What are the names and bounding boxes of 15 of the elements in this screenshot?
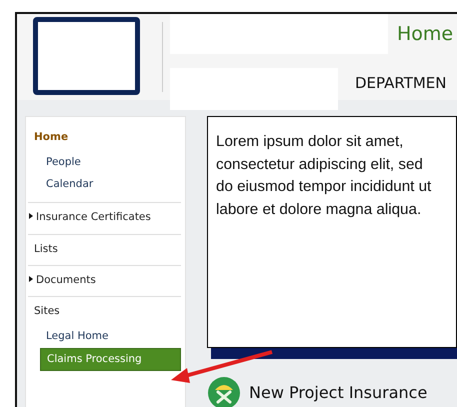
page-title: Home [397, 22, 454, 47]
nav-subitem[interactable]: Claims Processing [40, 348, 181, 372]
nav-item[interactable]: Insurance Certificates [28, 209, 181, 226]
nav-subitem[interactable]: Calendar [40, 174, 181, 196]
expand-icon[interactable] [29, 276, 33, 282]
department-label: DEPARTMEN [355, 72, 447, 94]
project-link[interactable]: New Project Insurance [207, 376, 457, 407]
nav-item[interactable]: Lists [28, 240, 181, 258]
nav-item[interactable]: Documents [28, 272, 181, 289]
nav-subitem[interactable]: People [40, 152, 181, 174]
umbrella-icon [207, 376, 241, 407]
nav-item[interactable]: Sites [28, 302, 181, 320]
nav-subitem[interactable]: Legal Home [40, 326, 181, 347]
nav-item[interactable]: Home [28, 129, 181, 146]
expand-icon[interactable] [29, 213, 33, 220]
